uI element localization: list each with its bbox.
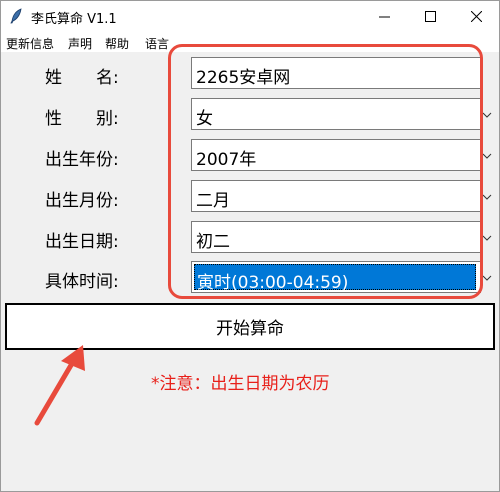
month-label: 出生月份: xyxy=(45,191,119,211)
chevron-down-icon xyxy=(482,153,492,159)
maximize-button[interactable] xyxy=(407,1,453,32)
name-label: 姓 名: xyxy=(45,68,119,88)
feather-icon xyxy=(10,8,22,24)
maximize-icon xyxy=(424,11,436,22)
minimize-button[interactable] xyxy=(361,1,407,32)
menu-help[interactable]: 帮助 xyxy=(105,35,129,52)
chevron-down-icon xyxy=(482,235,492,241)
time-label: 具体时间: xyxy=(45,272,119,292)
close-icon xyxy=(470,11,482,22)
year-label: 出生年份: xyxy=(45,150,119,170)
chevron-down-icon xyxy=(482,194,492,200)
day-label: 出生日期: xyxy=(45,232,119,252)
app-window: 李氏算命 V1.1 更新信息 声明 帮助 语言 姓 名: 2265安卓网 性 别… xyxy=(0,0,500,492)
title-bar[interactable]: 李氏算命 V1.1 xyxy=(1,1,499,32)
chevron-down-icon xyxy=(482,112,492,118)
gender-label: 性 别: xyxy=(45,109,119,129)
minimize-icon xyxy=(378,16,390,18)
menu-language[interactable]: 语言 xyxy=(145,35,169,52)
annotation-arrow-icon xyxy=(34,345,85,426)
close-button[interactable] xyxy=(453,1,499,32)
annotation-highlight-box xyxy=(168,44,483,299)
menu-statement[interactable]: 声明 xyxy=(68,35,92,52)
window-title: 李氏算命 V1.1 xyxy=(31,12,117,27)
chevron-down-icon xyxy=(482,275,492,281)
lunar-calendar-notice: *注意：出生日期为农历 xyxy=(151,374,330,394)
menu-update-info[interactable]: 更新信息 xyxy=(6,35,54,52)
